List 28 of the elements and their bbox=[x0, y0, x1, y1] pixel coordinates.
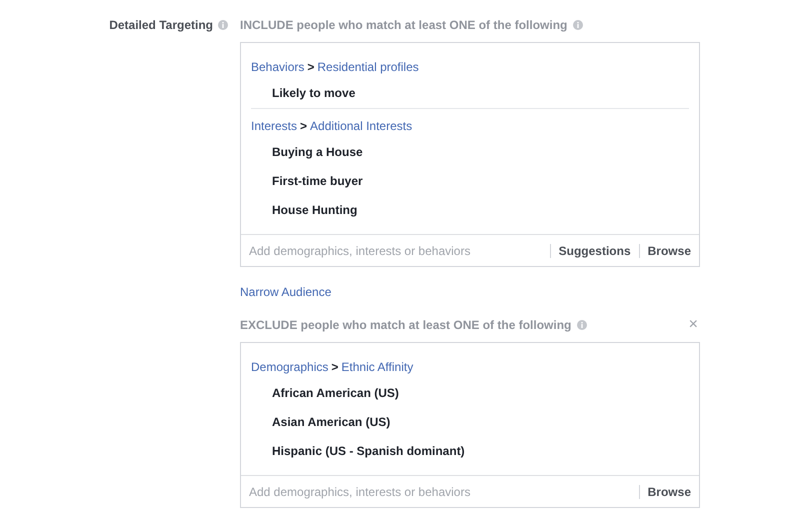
info-icon bbox=[577, 320, 588, 330]
subcategory-link[interactable]: Additional Interests bbox=[310, 117, 412, 135]
targeting-item[interactable]: House Hunting bbox=[272, 200, 358, 218]
category-link[interactable]: Behaviors bbox=[251, 58, 304, 76]
narrow-audience-link[interactable]: Narrow Audience bbox=[240, 283, 332, 301]
subcategory-link[interactable]: Residential profiles bbox=[317, 58, 419, 76]
targeting-item[interactable]: Buying a House bbox=[272, 142, 363, 160]
exclude-heading: EXCLUDE people who match at least ONE of the following bbox=[240, 317, 572, 334]
targeting-item[interactable]: African American (US) bbox=[272, 384, 399, 402]
breadcrumb-separator: > bbox=[331, 359, 338, 376]
breadcrumb-separator: > bbox=[300, 118, 308, 135]
search-field[interactable]: Add demographics, interests or behaviors bbox=[249, 482, 631, 500]
targeting-item[interactable]: Hispanic (US - Spanish dominant) bbox=[272, 442, 465, 460]
category-link[interactable]: Demographics bbox=[251, 358, 328, 376]
section-label: Detailed Targeting bbox=[109, 17, 213, 34]
subcategory-link[interactable]: Ethnic Affinity bbox=[341, 358, 414, 376]
action-link[interactable]: Browse bbox=[648, 242, 691, 260]
category-link[interactable]: Interests bbox=[251, 117, 298, 135]
info-icon bbox=[218, 20, 228, 30]
targeting-item[interactable]: First-time buyer bbox=[272, 172, 363, 190]
action-link[interactable]: Browse bbox=[648, 482, 691, 500]
include-heading: INCLUDE people who match at least ONE of the following bbox=[240, 17, 568, 34]
info-icon bbox=[573, 20, 584, 30]
targeting-item[interactable]: Likely to move bbox=[272, 84, 356, 102]
targeting-item[interactable]: Asian American (US) bbox=[272, 412, 390, 430]
breadcrumb-separator: > bbox=[307, 59, 314, 76]
search-field[interactable]: Add demographics, interests or behaviors bbox=[249, 242, 542, 260]
action-link[interactable]: Suggestions bbox=[558, 242, 631, 260]
